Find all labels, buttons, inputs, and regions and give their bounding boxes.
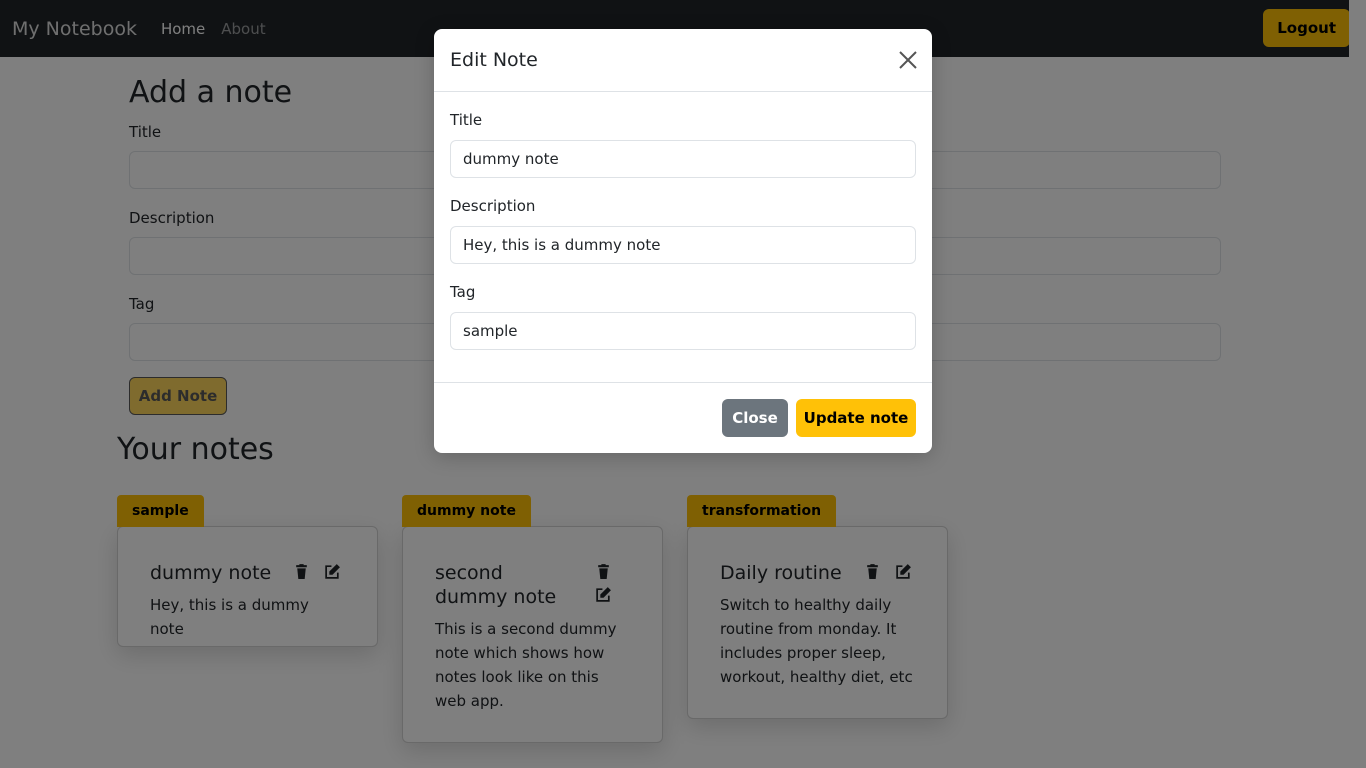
modal-title: Edit Note xyxy=(450,49,538,71)
edit-title-label: Title xyxy=(450,111,483,129)
close-icon[interactable] xyxy=(898,50,918,70)
close-button[interactable]: Close xyxy=(722,399,788,437)
edit-tag-label: Tag xyxy=(450,283,476,301)
modal-footer: Close Update note xyxy=(434,383,932,453)
edit-description-label: Description xyxy=(450,197,536,215)
edit-title-input[interactable] xyxy=(450,140,916,178)
edit-description-input[interactable] xyxy=(450,226,916,264)
modal-header: Edit Note xyxy=(434,29,932,92)
update-note-button[interactable]: Update note xyxy=(796,399,916,437)
edit-note-modal: Edit Note Title Description Tag Close Up… xyxy=(434,29,932,453)
edit-tag-input[interactable] xyxy=(450,312,916,350)
page-scrollbar[interactable] xyxy=(1349,0,1366,768)
modal-body: Title Description Tag xyxy=(434,92,932,383)
